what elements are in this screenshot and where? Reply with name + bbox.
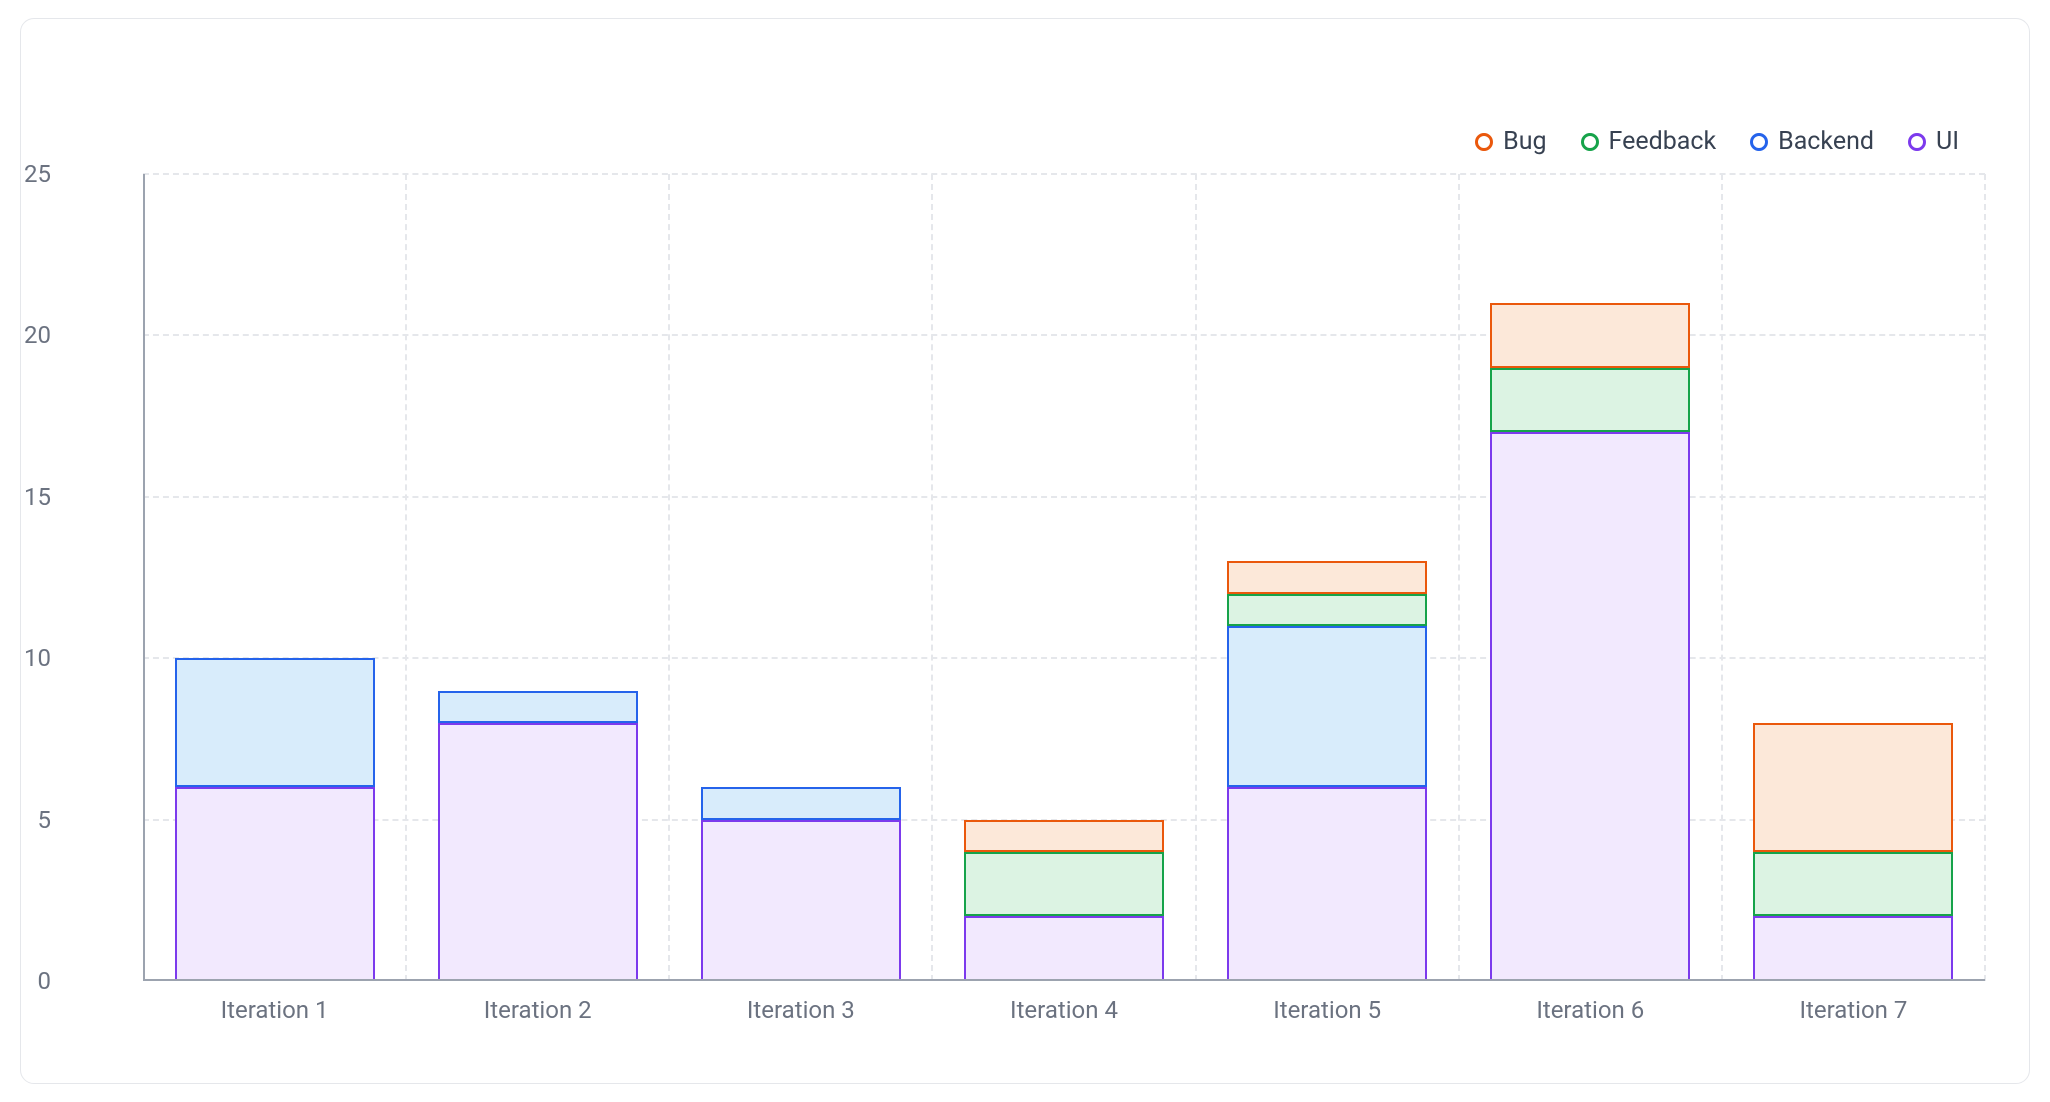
bar-segment bbox=[964, 852, 1164, 917]
legend-item-ui[interactable]: UI bbox=[1908, 127, 1959, 156]
bar-segment bbox=[1753, 916, 1953, 981]
bar-segment bbox=[438, 723, 638, 981]
bar-segment bbox=[1227, 626, 1427, 787]
bar-segment bbox=[701, 820, 901, 981]
circle-icon bbox=[1475, 133, 1493, 151]
gridline-v bbox=[1721, 174, 1723, 981]
bar-segment bbox=[1227, 561, 1427, 593]
legend-label: Bug bbox=[1503, 127, 1546, 156]
gridline-v bbox=[1195, 174, 1197, 981]
bar-segment bbox=[964, 916, 1164, 981]
x-tick-label: Iteration 6 bbox=[1490, 996, 1690, 1024]
x-axis bbox=[143, 979, 1985, 981]
gridline-v bbox=[1984, 174, 1986, 981]
bar-stack bbox=[1490, 174, 1690, 981]
x-tick-label: Iteration 7 bbox=[1753, 996, 1953, 1024]
y-tick-label: 15 bbox=[0, 483, 51, 511]
bar-segment bbox=[1227, 594, 1427, 626]
legend-item-bug[interactable]: Bug bbox=[1475, 127, 1546, 156]
gridline-v bbox=[931, 174, 933, 981]
y-tick-label: 5 bbox=[0, 806, 51, 834]
bar-segment bbox=[175, 787, 375, 981]
bar-stack bbox=[964, 174, 1164, 981]
y-tick-label: 0 bbox=[0, 967, 51, 995]
bar-segment bbox=[1753, 723, 1953, 852]
bar-segment bbox=[701, 787, 901, 819]
legend-item-feedback[interactable]: Feedback bbox=[1581, 127, 1717, 156]
y-tick-label: 10 bbox=[0, 644, 51, 672]
legend-label: Backend bbox=[1778, 127, 1874, 156]
gridline-v bbox=[405, 174, 407, 981]
circle-icon bbox=[1581, 133, 1599, 151]
y-tick-label: 25 bbox=[0, 160, 51, 188]
bar-segment bbox=[1490, 432, 1690, 981]
legend: Bug Feedback Backend UI bbox=[1475, 127, 1959, 156]
y-tick-label: 20 bbox=[0, 321, 51, 349]
plot-area: 0510152025 Iteration 1Iteration 2Iterati… bbox=[143, 174, 1985, 981]
x-tick-label: Iteration 5 bbox=[1227, 996, 1427, 1024]
bar-stack bbox=[701, 174, 901, 981]
bar-stack bbox=[175, 174, 375, 981]
bar-segment bbox=[1227, 787, 1427, 981]
bar-stack bbox=[1227, 174, 1427, 981]
x-tick-label: Iteration 4 bbox=[964, 996, 1164, 1024]
circle-icon bbox=[1750, 133, 1768, 151]
gridline-v bbox=[668, 174, 670, 981]
x-tick-label: Iteration 1 bbox=[175, 996, 375, 1024]
bar-segment bbox=[1490, 303, 1690, 368]
legend-label: Feedback bbox=[1609, 127, 1717, 156]
bar-segment bbox=[1753, 852, 1953, 917]
circle-icon bbox=[1908, 133, 1926, 151]
chart-card: Bug Feedback Backend UI 0510152025 Itera… bbox=[20, 18, 2030, 1084]
x-tick-label: Iteration 3 bbox=[701, 996, 901, 1024]
x-tick-label: Iteration 2 bbox=[438, 996, 638, 1024]
bar-segment bbox=[1490, 368, 1690, 433]
legend-label: UI bbox=[1936, 127, 1959, 156]
bar-segment bbox=[438, 691, 638, 723]
bar-segment bbox=[964, 820, 1164, 852]
y-axis bbox=[143, 174, 145, 981]
gridline-v bbox=[1458, 174, 1460, 981]
bar-stack bbox=[1753, 174, 1953, 981]
bar-segment bbox=[175, 658, 375, 787]
bar-stack bbox=[438, 174, 638, 981]
legend-item-backend[interactable]: Backend bbox=[1750, 127, 1874, 156]
